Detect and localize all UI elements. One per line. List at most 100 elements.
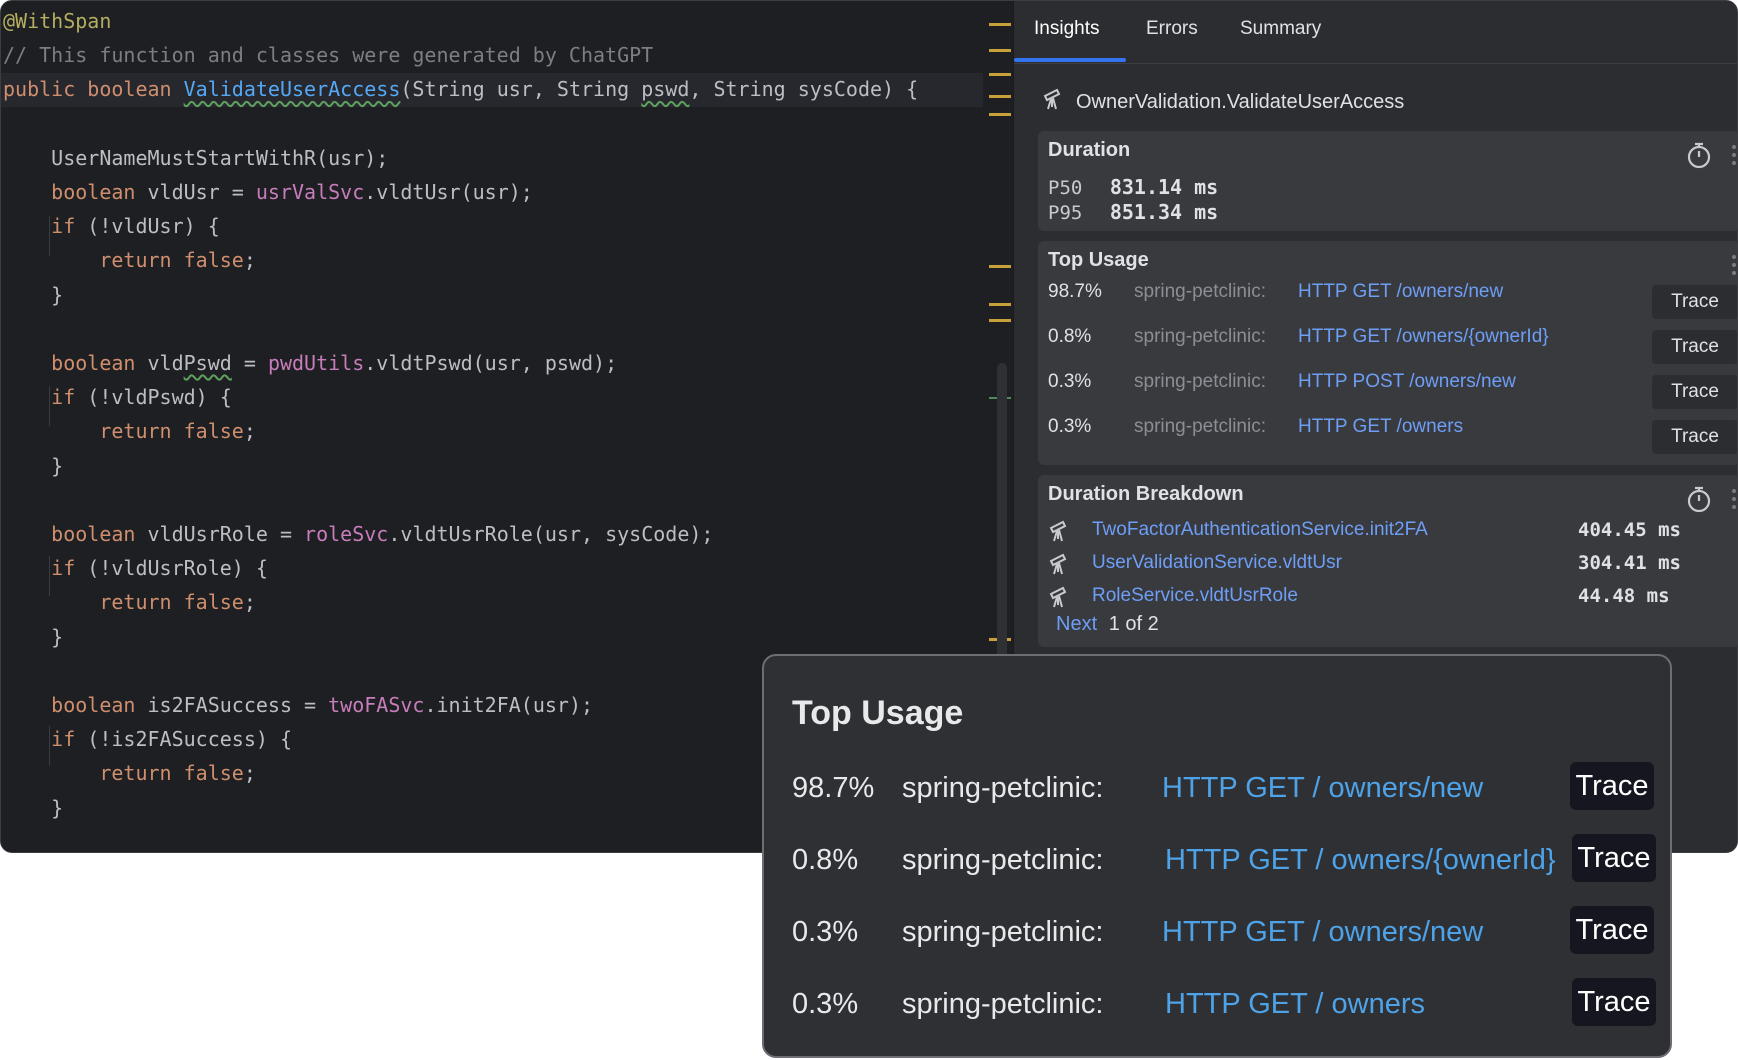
- usage-endpoint-link[interactable]: HTTP POST /owners/new: [1298, 371, 1516, 393]
- gutter-warning-mark[interactable]: [989, 265, 1011, 268]
- usage-endpoint-link[interactable]: HTTP GET /owners: [1298, 416, 1463, 438]
- pager-next-button[interactable]: Next: [1056, 613, 1097, 635]
- code-line[interactable]: @WithSpan: [3, 4, 111, 38]
- code-token: ;: [243, 761, 256, 786]
- gutter-warning-mark[interactable]: [989, 23, 1011, 26]
- code-line[interactable]: return false;: [3, 585, 256, 619]
- popup-usage-service: spring-petclinic:: [902, 772, 1104, 804]
- code-token: .vldtPswd(usr, pswd);: [364, 351, 618, 375]
- span-name: OwnerValidation.ValidateUserAccess: [1076, 90, 1405, 113]
- kebab-menu-icon[interactable]: [1732, 255, 1736, 279]
- stopwatch-icon[interactable]: [1686, 141, 1712, 169]
- code-token: pswd: [641, 77, 690, 102]
- code-token: ;: [243, 590, 256, 615]
- gutter-warning-mark[interactable]: [989, 319, 1011, 322]
- code-token: =: [231, 351, 268, 375]
- breakdown-row: RoleService.vldtUsrRole 44.48 ms: [1048, 583, 1737, 613]
- gutter-warning-mark[interactable]: [989, 49, 1011, 52]
- code-line[interactable]: if (!vldPswd) {: [3, 380, 232, 414]
- code-line[interactable]: // This function and classes were genera…: [3, 38, 653, 72]
- p95-label: P95: [1048, 202, 1083, 224]
- code-token: }: [3, 282, 64, 307]
- trace-button[interactable]: Trace: [1652, 330, 1737, 364]
- code-token: roleSvc: [304, 522, 389, 546]
- duration-card: Duration P50 831.14 ms P95 851.34 ms: [1038, 131, 1737, 231]
- gutter-warning-mark[interactable]: [989, 95, 1011, 98]
- code-line[interactable]: }: [3, 620, 63, 654]
- usage-row: 0.8% spring-petclinic: HTTP GET /owners/…: [1048, 324, 1737, 364]
- code-line[interactable]: return false;: [3, 243, 256, 277]
- code-token: pwdUtils: [267, 351, 365, 375]
- code-line[interactable]: return false;: [3, 414, 256, 448]
- code-line[interactable]: boolean vldPswd = pwdUtils.vldtPswd(usr,…: [3, 346, 617, 380]
- top-usage-popup: Top Usage 98.7% spring-petclinic: HTTP G…: [762, 654, 1672, 1058]
- breakdown-span-link[interactable]: UserValidationService.vldtUsr: [1092, 552, 1342, 574]
- breakdown-row: UserValidationService.vldtUsr 304.41 ms: [1048, 550, 1737, 580]
- breakdown-span-link[interactable]: RoleService.vldtUsrRole: [1092, 585, 1298, 607]
- breakdown-pager: Next 1 of 2: [1056, 613, 1159, 636]
- code-token: return false: [99, 248, 244, 273]
- breakdown-span-link[interactable]: TwoFactorAuthenticationService.init2FA: [1092, 519, 1428, 541]
- code-line[interactable]: public boolean ValidateUserAccess(String…: [3, 72, 918, 106]
- usage-row: 0.3% spring-petclinic: HTTP POST /owners…: [1048, 369, 1737, 409]
- popup-trace-button[interactable]: Trace: [1572, 978, 1656, 1026]
- telescope-icon: [1048, 585, 1070, 609]
- code-line[interactable]: }: [3, 791, 63, 825]
- code-token: vldUsrRole =: [135, 522, 305, 546]
- tab-insights[interactable]: Insights: [1034, 18, 1099, 40]
- tab-summary[interactable]: Summary: [1240, 18, 1321, 40]
- popup-endpoint-link[interactable]: HTTP GET / owners/new: [1162, 916, 1483, 949]
- p50-row: P50 831.14 ms: [1048, 175, 1218, 200]
- popup-trace-button[interactable]: Trace: [1570, 762, 1654, 810]
- code-line[interactable]: if (!vldUsrRole) {: [3, 551, 268, 585]
- code-line[interactable]: return false;: [3, 756, 256, 790]
- popup-trace-button[interactable]: Trace: [1572, 834, 1656, 882]
- popup-endpoint-link[interactable]: HTTP GET / owners/new: [1162, 772, 1483, 805]
- kebab-menu-icon[interactable]: [1732, 145, 1736, 169]
- code-line[interactable]: boolean is2FASuccess = twoFASvc.init2FA(…: [3, 688, 593, 722]
- pager-status: 1 of 2: [1108, 613, 1159, 635]
- code-token: return false: [99, 590, 244, 615]
- gutter-warning-mark[interactable]: [989, 303, 1011, 306]
- editor-scrollbar[interactable]: [997, 363, 1007, 663]
- code-token: if: [51, 556, 76, 581]
- code-line[interactable]: }: [3, 449, 63, 483]
- code-token: boolean: [51, 522, 136, 546]
- code-token: (String usr, String: [400, 77, 642, 102]
- trace-button[interactable]: Trace: [1652, 420, 1737, 454]
- stopwatch-icon[interactable]: [1686, 485, 1712, 513]
- code-line[interactable]: if (!is2FASuccess) {: [3, 722, 292, 756]
- code-line[interactable]: if (!vldUsr) {: [3, 209, 220, 243]
- usage-endpoint-link[interactable]: HTTP GET /owners/{ownerId}: [1298, 326, 1549, 348]
- code-token: is2FASuccess =: [135, 693, 329, 717]
- popup-endpoint-link[interactable]: HTTP GET / owners: [1165, 988, 1425, 1021]
- popup-title: Top Usage: [792, 694, 964, 732]
- code-line[interactable]: boolean vldUsrRole = roleSvc.vldtUsrRole…: [3, 517, 713, 551]
- indent-guide: [49, 726, 50, 766]
- popup-trace-button[interactable]: Trace: [1570, 906, 1654, 954]
- code-line[interactable]: }: [3, 278, 63, 312]
- tab-errors[interactable]: Errors: [1146, 18, 1198, 40]
- code-token: return false: [99, 419, 244, 444]
- trace-button[interactable]: Trace: [1652, 285, 1737, 319]
- code-line[interactable]: UserNameMustStartWithR(usr);: [3, 141, 388, 175]
- code-token: @WithSpan: [3, 9, 112, 33]
- code-token: ;: [243, 419, 256, 444]
- usage-endpoint-link[interactable]: HTTP GET /owners/new: [1298, 281, 1503, 303]
- kebab-menu-icon[interactable]: [1732, 489, 1736, 513]
- code-line[interactable]: boolean vldUsr = usrValSvc.vldtUsr(usr);: [3, 175, 533, 209]
- popup-endpoint-link[interactable]: HTTP GET / owners/{ownerId}: [1165, 844, 1556, 877]
- telescope-icon: [1042, 87, 1064, 117]
- usage-service: spring-petclinic:: [1134, 416, 1266, 437]
- gutter-warning-mark[interactable]: [989, 73, 1011, 76]
- popup-usage-service: spring-petclinic:: [902, 916, 1104, 948]
- usage-row: 0.3% spring-petclinic: HTTP GET /owners …: [1048, 414, 1737, 454]
- breakdown-duration: 304.41 ms: [1578, 552, 1681, 574]
- gutter-warning-mark[interactable]: [989, 113, 1011, 116]
- usage-service: spring-petclinic:: [1134, 281, 1266, 302]
- trace-button[interactable]: Trace: [1652, 375, 1737, 409]
